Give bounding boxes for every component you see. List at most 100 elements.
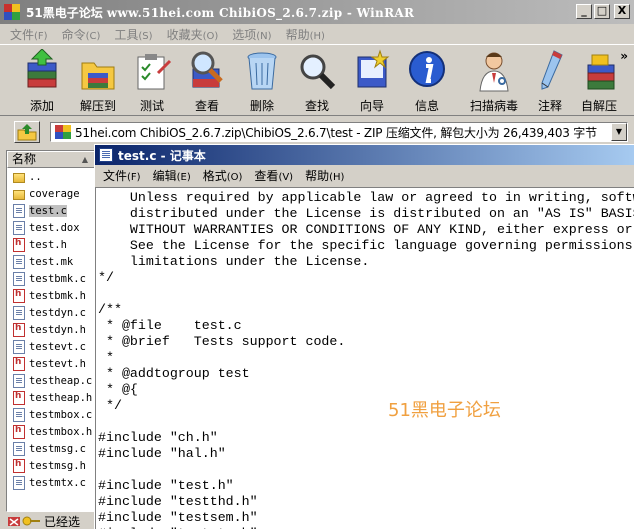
file-list-item[interactable]: testmsg.h bbox=[7, 457, 95, 474]
delete-button[interactable]: 删除 bbox=[234, 49, 290, 115]
file-list-item[interactable]: testmbox.c bbox=[7, 406, 95, 423]
view-magnifier-icon bbox=[187, 49, 227, 93]
notepad-menu-bar: 文件(F) 编辑(E) 格式(O) 查看(V) 帮助(H) bbox=[95, 165, 634, 185]
file-name: testdyn.h bbox=[29, 323, 86, 336]
toolbar-overflow-chevron[interactable]: » bbox=[620, 49, 628, 63]
text-file-icon bbox=[13, 475, 25, 490]
file-list-item[interactable]: test.h bbox=[7, 236, 95, 253]
file-name: test.c bbox=[29, 204, 67, 217]
close-button[interactable]: X bbox=[614, 4, 630, 19]
notepad-text-area[interactable]: Unless required by applicable law or agr… bbox=[95, 187, 634, 529]
up-folder-button[interactable] bbox=[14, 121, 40, 143]
menu-file[interactable]: 文件(F) bbox=[4, 26, 56, 43]
archive-path-field[interactable]: 51hei.com ChibiOS_2.6.7.zip\ChibiOS_2.6.… bbox=[50, 122, 628, 142]
status-bar: 已经选 bbox=[6, 513, 96, 529]
file-name: testmbox.h bbox=[29, 425, 93, 438]
file-list-item[interactable]: testbmk.c bbox=[7, 270, 95, 287]
file-list-item[interactable]: test.c bbox=[7, 202, 95, 219]
notepad-window[interactable]: test.c - 记事本 文件(F) 编辑(E) 格式(O) 查看(V) 帮助(… bbox=[94, 144, 634, 529]
file-list-item[interactable]: test.dox bbox=[7, 219, 95, 236]
winrar-title-bar[interactable]: 51黑电子论坛 www.51hei.com ChibiOS_2.6.7.zip … bbox=[0, 0, 634, 24]
file-list-item[interactable]: testmtx.c bbox=[7, 474, 95, 491]
file-list-item[interactable]: testmbox.h bbox=[7, 423, 95, 440]
status-selection-text: 已经选 bbox=[44, 514, 81, 529]
np-menu-edit[interactable]: 编辑(E) bbox=[147, 167, 197, 184]
extract-folder-icon bbox=[78, 49, 118, 93]
notepad-title-bar[interactable]: test.c - 记事本 bbox=[95, 145, 634, 165]
test-clipboard-icon bbox=[132, 49, 172, 93]
extract-to-label: 解压到 bbox=[79, 99, 116, 113]
menu-commands[interactable]: 命令(C) bbox=[56, 26, 109, 43]
np-menu-file[interactable]: 文件(F) bbox=[97, 167, 147, 184]
menu-favorites[interactable]: 收藏夹(O) bbox=[161, 26, 227, 43]
winrar-toolbar: 添加 解压到 测试 查看 删除 查找 向导 信息 扫描病毒 注释 自解压 » bbox=[0, 44, 634, 116]
add-button[interactable]: 添加 bbox=[14, 48, 70, 115]
find-button[interactable]: 查找 bbox=[289, 49, 345, 115]
trash-can-icon bbox=[242, 49, 282, 93]
file-list-item[interactable]: testevt.c bbox=[7, 338, 95, 355]
extract-to-button[interactable]: 解压到 bbox=[70, 49, 126, 115]
file-list-item[interactable]: test.mk bbox=[7, 253, 95, 270]
address-bar: 51hei.com ChibiOS_2.6.7.zip\ChibiOS_2.6.… bbox=[0, 118, 634, 144]
text-file-icon bbox=[13, 373, 25, 388]
scan-virus-button[interactable]: 扫描病毒 bbox=[464, 49, 524, 115]
text-file-icon bbox=[13, 441, 25, 456]
text-file-icon bbox=[13, 407, 25, 422]
file-list-item[interactable]: coverage bbox=[7, 185, 95, 202]
file-list-item[interactable]: testbmk.h bbox=[7, 287, 95, 304]
file-name: coverage bbox=[29, 187, 80, 200]
file-name: testheap.c bbox=[29, 374, 93, 387]
path-dropdown-button[interactable]: ▼ bbox=[611, 123, 627, 141]
menu-help[interactable]: 帮助(H) bbox=[280, 26, 333, 43]
delete-label: 删除 bbox=[249, 99, 274, 113]
header-file-icon bbox=[13, 322, 25, 337]
menu-options[interactable]: 选项(N) bbox=[226, 26, 279, 43]
test-button[interactable]: 测试 bbox=[124, 49, 180, 115]
info-button[interactable]: 信息 bbox=[399, 49, 455, 115]
file-name: test.mk bbox=[29, 255, 74, 268]
notepad-icon bbox=[99, 148, 113, 162]
file-list-item[interactable]: testheap.c bbox=[7, 372, 95, 389]
add-label: 添加 bbox=[29, 99, 54, 113]
add-stack-icon bbox=[22, 48, 62, 93]
np-menu-help[interactable]: 帮助(H) bbox=[299, 167, 350, 184]
text-file-icon bbox=[13, 203, 25, 218]
text-file-icon bbox=[13, 220, 25, 235]
file-list-item[interactable]: testdyn.c bbox=[7, 304, 95, 321]
header-file-icon bbox=[13, 390, 25, 405]
header-file-icon bbox=[13, 458, 25, 473]
folder-icon bbox=[13, 172, 25, 183]
sfx-button[interactable]: 自解压 bbox=[576, 49, 622, 115]
file-name: testmbox.c bbox=[29, 408, 93, 421]
view-button[interactable]: 查看 bbox=[179, 49, 235, 115]
np-menu-format[interactable]: 格式(O) bbox=[197, 167, 249, 184]
file-name: testbmk.h bbox=[29, 289, 86, 302]
comment-button[interactable]: 注释 bbox=[522, 49, 578, 115]
name-column-label: 名称 bbox=[12, 152, 37, 166]
file-name: testbmk.c bbox=[29, 272, 86, 285]
file-list-item[interactable]: testmsg.c bbox=[7, 440, 95, 457]
virus-scan-doctor-icon bbox=[474, 49, 514, 93]
name-column-header[interactable]: 名称 ▲ bbox=[7, 151, 95, 168]
scan-virus-label: 扫描病毒 bbox=[469, 99, 518, 113]
file-name: testmsg.h bbox=[29, 459, 86, 472]
menu-tools[interactable]: 工具(S) bbox=[108, 26, 160, 43]
comment-label: 注释 bbox=[537, 99, 562, 113]
sort-ascending-icon: ▲ bbox=[81, 155, 88, 164]
archive-icon bbox=[55, 125, 71, 139]
winrar-app-icon bbox=[4, 4, 20, 20]
file-name: testheap.h bbox=[29, 391, 93, 404]
view-label: 查看 bbox=[194, 99, 219, 113]
watermark-text: 51黑电子论坛 bbox=[388, 400, 501, 421]
minimize-button[interactable]: _ bbox=[576, 4, 592, 19]
info-icon bbox=[407, 49, 447, 93]
maximize-button[interactable]: □ bbox=[594, 4, 610, 19]
file-list-item[interactable]: testevt.h bbox=[7, 355, 95, 372]
file-list-item[interactable]: testheap.h bbox=[7, 389, 95, 406]
wizard-button[interactable]: 向导 bbox=[344, 49, 400, 115]
comment-pen-icon bbox=[530, 49, 570, 93]
file-list-item[interactable]: testdyn.h bbox=[7, 321, 95, 338]
file-list: 名称 ▲ .. coverage test.c test.dox test.h test.… bbox=[6, 150, 96, 512]
file-list-item[interactable]: .. bbox=[7, 168, 95, 185]
np-menu-view[interactable]: 查看(V) bbox=[248, 167, 299, 184]
